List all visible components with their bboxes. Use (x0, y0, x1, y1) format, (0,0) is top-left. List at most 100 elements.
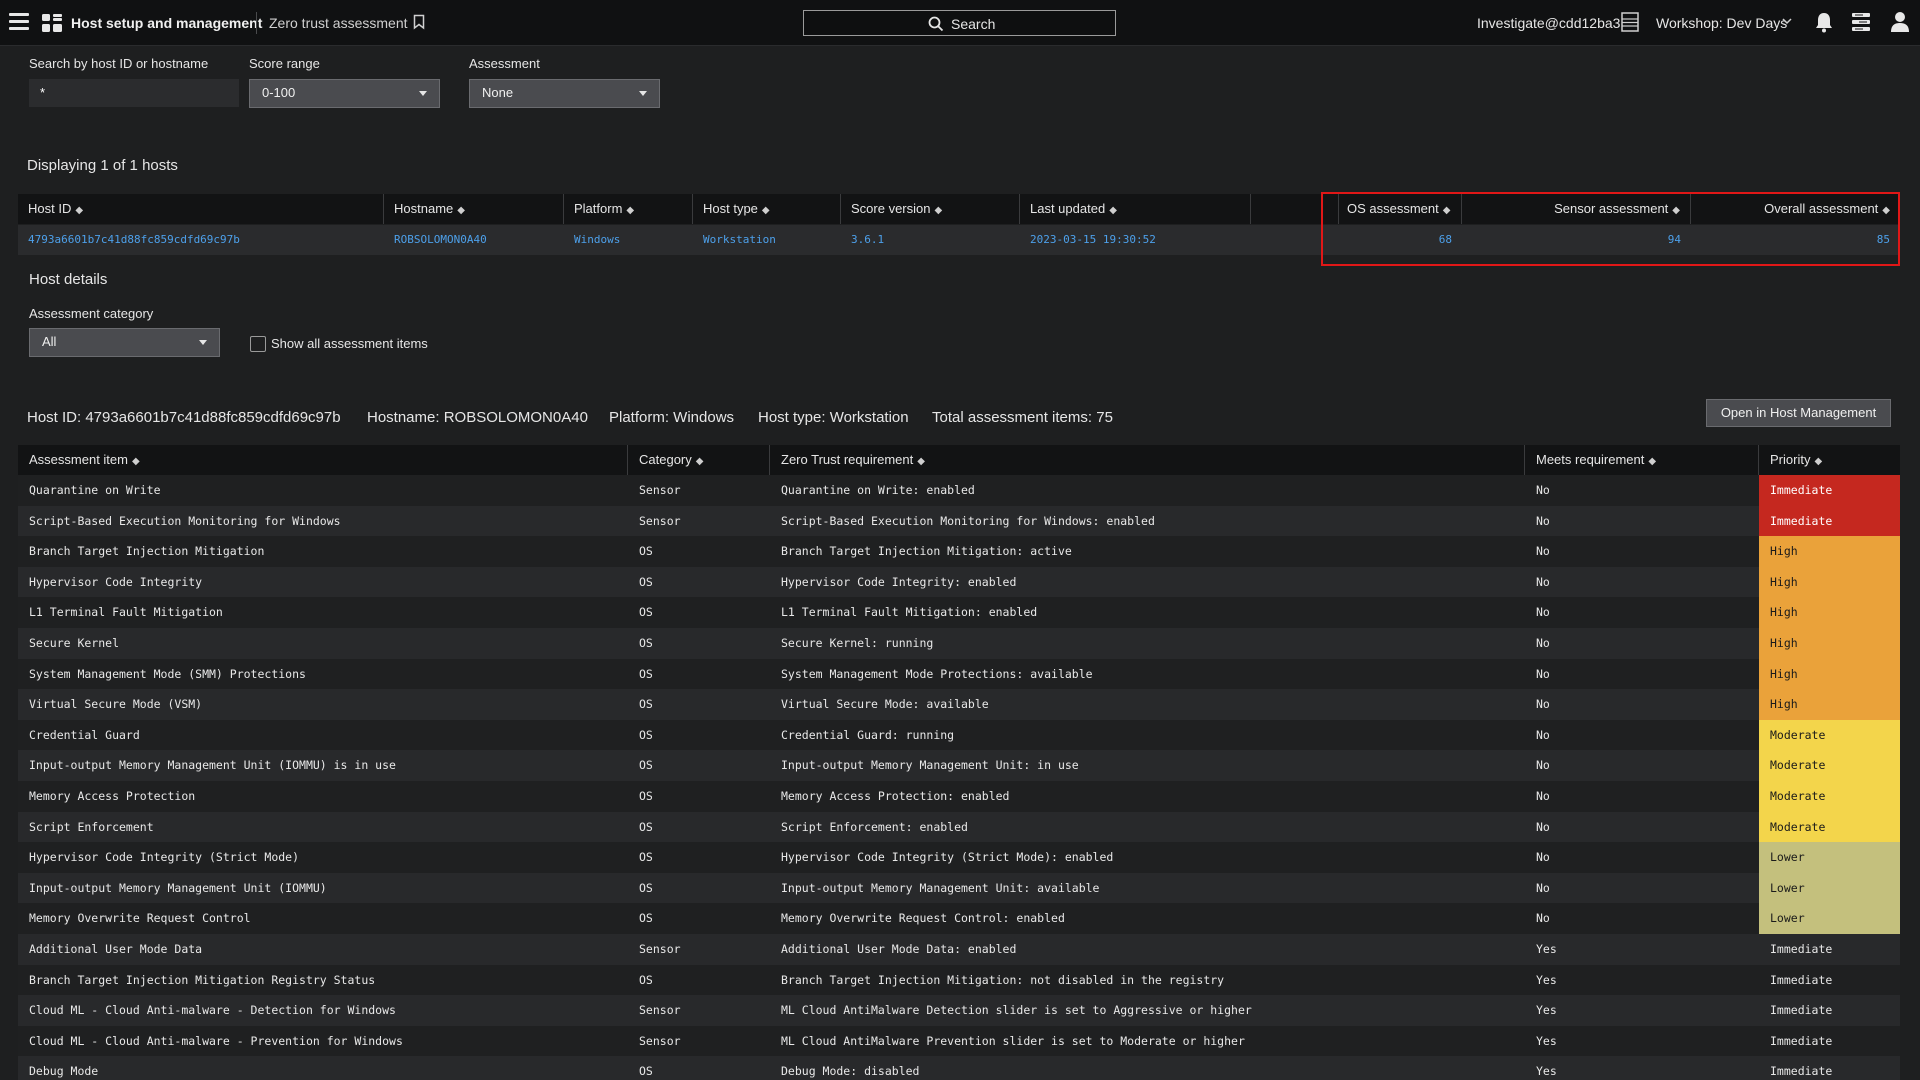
user-account[interactable]: Investigate@cdd12ba3 (1477, 15, 1620, 31)
priority-cell: Immediate (1770, 1033, 1833, 1048)
category-cell: Sensor (639, 941, 681, 956)
category-cell: OS (639, 544, 653, 559)
last-updated-link[interactable]: 2023-03-15 19:30:52 (1020, 225, 1251, 255)
host-search-input[interactable]: * (29, 79, 239, 107)
show-all-checkbox[interactable] (250, 336, 266, 352)
user-icon[interactable] (1890, 11, 1910, 33)
caret-down-icon (199, 340, 207, 345)
table-row[interactable]: Credential Guard OS Credential Guard: runn… (18, 719, 1900, 751)
host-type-link[interactable]: Workstation (693, 225, 841, 255)
priority-cell: Lower (1759, 903, 1900, 934)
score-range-select[interactable]: 0-100 (249, 79, 440, 108)
search-label: Search (951, 16, 996, 32)
col-platform[interactable]: Platform ◆ (564, 194, 693, 224)
platform-link[interactable]: Windows (564, 225, 693, 255)
meets-requirement-cell: No (1536, 850, 1550, 865)
priority-cell: Moderate (1759, 719, 1900, 751)
priority-cell: Moderate (1759, 811, 1900, 843)
host-details-title: Host details (29, 271, 108, 288)
category-cell: Sensor (639, 1003, 681, 1018)
category-cell: OS (639, 605, 653, 620)
col-host-id[interactable]: Host ID ◆ (18, 194, 384, 224)
priority-cell: Immediate (1770, 1064, 1833, 1079)
assessment-item-cell: Script-Based Execution Monitoring for Wi… (29, 513, 341, 528)
priority-cell: High (1759, 689, 1900, 720)
table-row[interactable]: Input-output Memory Management Unit (IOM… (18, 750, 1900, 781)
workshop-selector[interactable]: Workshop: Dev Days (1656, 15, 1787, 31)
requirement-cell: Debug Mode: disabled (781, 1064, 920, 1079)
col-zero-trust-requirement[interactable]: Zero Trust requirement ◆ (770, 445, 1525, 475)
requirement-cell: Virtual Secure Mode: available (781, 697, 989, 712)
col-meets-requirement[interactable]: Meets requirement ◆ (1525, 445, 1759, 475)
assessment-category-select[interactable]: All (29, 328, 220, 357)
table-row[interactable]: Hypervisor Code Integrity OS Hypervisor Co… (18, 566, 1900, 598)
col-host-type[interactable]: Host type ◆ (693, 194, 841, 224)
col-score-version[interactable]: Score version ◆ (841, 194, 1020, 224)
bell-icon[interactable] (1814, 11, 1834, 33)
table-row[interactable]: Memory Overwrite Request Control OS Memory… (18, 903, 1900, 934)
bookmark-icon[interactable] (413, 14, 425, 30)
col-hostname[interactable]: Hostname ◆ (384, 194, 564, 224)
sort-icon: ◆ (1648, 456, 1657, 467)
meets-requirement-cell: Yes (1536, 1064, 1557, 1079)
col-category[interactable]: Category ◆ (628, 445, 770, 475)
table-row[interactable]: Branch Target Injection Mitigation OS Bran… (18, 536, 1900, 567)
requirement-cell: Script-Based Execution Monitoring for Wi… (781, 513, 1155, 528)
requirement-cell: Quarantine on Write: enabled (781, 483, 975, 497)
hostname-link[interactable]: ROBSOLOMON0A40 (384, 225, 564, 255)
table-row[interactable]: Secure Kernel OS Secure Kernel: running No H… (18, 627, 1900, 659)
stack-icon[interactable] (1851, 12, 1871, 32)
requirement-cell: ML Cloud AntiMalware Detection slider is… (781, 1003, 1252, 1018)
assessment-select[interactable]: None (469, 79, 660, 108)
table-row[interactable]: Debug Mode OS Debug Mode: disabled Yes Immed… (18, 1056, 1900, 1080)
table-row[interactable]: Memory Access Protection OS Memory Access … (18, 780, 1900, 812)
requirement-cell: Input-output Memory Management Unit: in … (781, 758, 1079, 773)
table-row[interactable]: Hypervisor Code Integrity (Strict Mode) O… (18, 842, 1900, 873)
meets-requirement-cell: Yes (1536, 1003, 1557, 1018)
table-row[interactable]: Virtual Secure Mode (VSM) OS Virtual Secur… (18, 689, 1900, 720)
sort-icon: ◆ (695, 456, 704, 467)
table-row[interactable]: System Management Mode (SMM) Protections… (18, 658, 1900, 690)
col-assessment-item[interactable]: Assessment item ◆ (18, 445, 628, 475)
priority-cell: Immediate (1759, 475, 1900, 506)
col-priority[interactable]: Priority ◆ (1759, 445, 1900, 475)
server-icon[interactable] (1621, 12, 1639, 32)
meets-requirement-cell: Yes (1536, 1033, 1557, 1048)
open-in-host-management-button[interactable]: Open in Host Management (1706, 399, 1891, 427)
assessment-item-cell: Virtual Secure Mode (VSM) (29, 697, 203, 712)
category-cell: OS (639, 788, 653, 803)
category-cell: OS (639, 850, 653, 865)
summary-hostname: Hostname: ROBSOLOMON0A40 (367, 409, 588, 426)
app-title[interactable]: Host setup and management (71, 15, 262, 31)
global-search-box[interactable]: Search (803, 10, 1116, 36)
score-version-link[interactable]: 3.6.1 (841, 225, 1020, 255)
priority-cell: High (1759, 597, 1900, 628)
table-row[interactable]: Cloud ML - Cloud Anti-malware - Preventi… (18, 1025, 1900, 1057)
assessment-label: Assessment (469, 56, 540, 71)
table-row[interactable]: Script Enforcement OS Script Enforcement: … (18, 811, 1900, 843)
meets-requirement-cell: Yes (1536, 941, 1557, 956)
show-all-label[interactable]: Show all assessment items (271, 336, 428, 351)
table-row[interactable]: Input-output Memory Management Unit (IOM… (18, 872, 1900, 904)
table-row[interactable]: Additional User Mode Data Sensor Additiona… (18, 933, 1900, 965)
host-id-link[interactable]: 4793a6601b7c41d88fc859cdfd69c97b (18, 225, 384, 255)
assessment-item-cell: Cloud ML - Cloud Anti-malware - Detectio… (29, 1003, 396, 1018)
table-row[interactable]: Branch Target Injection Mitigation Regis… (18, 964, 1900, 996)
chevron-down-icon[interactable] (1781, 16, 1793, 26)
search-icon (928, 16, 944, 32)
table-row[interactable]: Cloud ML - Cloud Anti-malware - Detectio… (18, 995, 1900, 1026)
col-last-updated[interactable]: Last updated ◆ (1020, 194, 1251, 224)
priority-cell: High (1759, 658, 1900, 690)
summary-host-type: Host type: Workstation (758, 409, 909, 426)
table-row[interactable]: Quarantine on Write Sensor Quarantine on W… (18, 475, 1900, 506)
requirement-cell: Additional User Mode Data: enabled (781, 941, 1017, 956)
category-cell: OS (639, 666, 653, 681)
category-cell: OS (639, 880, 653, 895)
host-management-icon (42, 14, 62, 32)
assessment-value: None (482, 85, 514, 100)
category-cell: OS (639, 697, 653, 712)
meets-requirement-cell: Yes (1536, 972, 1557, 987)
menu-icon[interactable] (9, 13, 29, 31)
table-row[interactable]: L1 Terminal Fault Mitigation OS L1 Termina… (18, 597, 1900, 628)
table-row[interactable]: Script-Based Execution Monitoring for Wi… (18, 505, 1900, 537)
